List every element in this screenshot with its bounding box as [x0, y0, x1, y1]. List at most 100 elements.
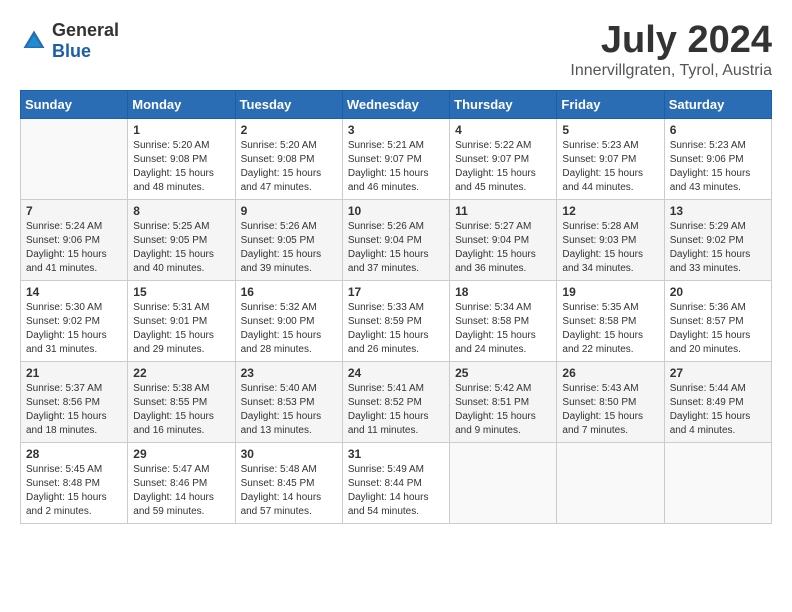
week-row-5: 28Sunrise: 5:45 AM Sunset: 8:48 PM Dayli… [21, 442, 772, 523]
calendar-cell: 25 Sunrise: 5:42 AM Sunset: 8:51 PM Dayli… [450, 361, 557, 442]
day-info: Sunrise: 5:21 AM Sunset: 9:07 PM Dayligh… [348, 139, 444, 195]
calendar-cell: 24Sunrise: 5:41 AM Sunset: 8:52 PM Dayli… [342, 361, 449, 442]
header-day-saturday: Saturday [664, 90, 771, 118]
header-day-thursday: Thursday [450, 90, 557, 118]
calendar-cell: 26 Sunrise: 5:43 AM Sunset: 8:50 PM Dayli… [557, 361, 664, 442]
day-info: Sunrise: 5:35 AM Sunset: 8:58 PM Dayligh… [562, 301, 658, 357]
header-day-monday: Monday [128, 90, 235, 118]
logo-text-general: General [52, 20, 119, 40]
day-info: Sunrise: 5:26 AM Sunset: 9:05 PM Dayligh… [241, 220, 337, 276]
day-info: Sunrise: 5:43 AM Sunset: 8:50 PM Dayligh… [562, 382, 658, 438]
calendar-cell: 17 Sunrise: 5:33 AM Sunset: 8:59 PM Dayli… [342, 280, 449, 361]
day-info: Sunrise: 5:44 AM Sunset: 8:49 PM Dayligh… [670, 382, 766, 438]
day-info: Sunrise: 5:36 AM Sunset: 8:57 PM Dayligh… [670, 301, 766, 357]
header-row: SundayMondayTuesdayWednesdayThursdayFrid… [21, 90, 772, 118]
page-header: General Blue July 2024 Innervillgraten, … [20, 20, 772, 80]
logo-text-blue: Blue [52, 41, 91, 61]
day-number: 24 [348, 366, 444, 380]
day-number: 19 [562, 285, 658, 299]
day-info: Sunrise: 5:28 AM Sunset: 9:03 PM Dayligh… [562, 220, 658, 276]
calendar-cell: 31 Sunrise: 5:49 AM Sunset: 8:44 PM Dayli… [342, 442, 449, 523]
day-number: 10 [348, 204, 444, 218]
day-number: 20 [670, 285, 766, 299]
day-number: 30 [241, 447, 337, 461]
calendar-cell: 14 Sunrise: 5:30 AM Sunset: 9:02 PM Dayli… [21, 280, 128, 361]
day-info: Sunrise: 5:42 AM Sunset: 8:51 PM Dayligh… [455, 382, 551, 438]
day-info: Sunrise: 5:22 AM Sunset: 9:07 PM Dayligh… [455, 139, 551, 195]
week-row-3: 14 Sunrise: 5:30 AM Sunset: 9:02 PM Dayli… [21, 280, 772, 361]
day-info: Sunrise: 5:33 AM Sunset: 8:59 PM Dayligh… [348, 301, 444, 357]
calendar-cell: 16Sunrise: 5:32 AM Sunset: 9:00 PM Dayli… [235, 280, 342, 361]
day-info: Sunrise: 5:24 AM Sunset: 9:06 PM Dayligh… [26, 220, 122, 276]
logo-icon [20, 27, 48, 55]
calendar-cell: 30 Sunrise: 5:48 AM Sunset: 8:45 PM Dayli… [235, 442, 342, 523]
day-number: 14 [26, 285, 122, 299]
day-number: 13 [670, 204, 766, 218]
calendar-cell: 22Sunrise: 5:38 AM Sunset: 8:55 PM Dayli… [128, 361, 235, 442]
day-number: 31 [348, 447, 444, 461]
calendar-cell: 11 Sunrise: 5:27 AM Sunset: 9:04 PM Dayli… [450, 199, 557, 280]
calendar-table: SundayMondayTuesdayWednesdayThursdayFrid… [20, 90, 772, 524]
day-info: Sunrise: 5:37 AM Sunset: 8:56 PM Dayligh… [26, 382, 122, 438]
calendar-cell: 3Sunrise: 5:21 AM Sunset: 9:07 PM Daylig… [342, 118, 449, 199]
day-number: 22 [133, 366, 229, 380]
day-number: 5 [562, 123, 658, 137]
calendar-cell: 15 Sunrise: 5:31 AM Sunset: 9:01 PM Dayli… [128, 280, 235, 361]
day-number: 27 [670, 366, 766, 380]
day-number: 2 [241, 123, 337, 137]
day-info: Sunrise: 5:49 AM Sunset: 8:44 PM Dayligh… [348, 463, 444, 519]
calendar-cell: 12 Sunrise: 5:28 AM Sunset: 9:03 PM Dayli… [557, 199, 664, 280]
day-number: 29 [133, 447, 229, 461]
day-number: 1 [133, 123, 229, 137]
day-number: 26 [562, 366, 658, 380]
week-row-2: 7 Sunrise: 5:24 AM Sunset: 9:06 PM Daylig… [21, 199, 772, 280]
day-info: Sunrise: 5:25 AM Sunset: 9:05 PM Dayligh… [133, 220, 229, 276]
calendar-cell: 13 Sunrise: 5:29 AM Sunset: 9:02 PM Dayli… [664, 199, 771, 280]
calendar-cell: 29 Sunrise: 5:47 AM Sunset: 8:46 PM Dayli… [128, 442, 235, 523]
header-day-sunday: Sunday [21, 90, 128, 118]
day-info: Sunrise: 5:26 AM Sunset: 9:04 PM Dayligh… [348, 220, 444, 276]
title-area: July 2024 Innervillgraten, Tyrol, Austri… [570, 20, 772, 80]
day-info: Sunrise: 5:30 AM Sunset: 9:02 PM Dayligh… [26, 301, 122, 357]
day-info: Sunrise: 5:48 AM Sunset: 8:45 PM Dayligh… [241, 463, 337, 519]
calendar-cell [21, 118, 128, 199]
calendar-cell: 2Sunrise: 5:20 AM Sunset: 9:08 PM Daylig… [235, 118, 342, 199]
day-info: Sunrise: 5:29 AM Sunset: 9:02 PM Dayligh… [670, 220, 766, 276]
calendar-cell: 5 Sunrise: 5:23 AM Sunset: 9:07 PM Daylig… [557, 118, 664, 199]
day-info: Sunrise: 5:23 AM Sunset: 9:06 PM Dayligh… [670, 139, 766, 195]
day-number: 4 [455, 123, 551, 137]
day-info: Sunrise: 5:47 AM Sunset: 8:46 PM Dayligh… [133, 463, 229, 519]
calendar-cell: 6 Sunrise: 5:23 AM Sunset: 9:06 PM Daylig… [664, 118, 771, 199]
calendar-cell: 7 Sunrise: 5:24 AM Sunset: 9:06 PM Daylig… [21, 199, 128, 280]
day-number: 25 [455, 366, 551, 380]
logo: General Blue [20, 20, 119, 62]
day-number: 17 [348, 285, 444, 299]
day-number: 12 [562, 204, 658, 218]
day-number: 6 [670, 123, 766, 137]
day-number: 15 [133, 285, 229, 299]
calendar-cell: 9 Sunrise: 5:26 AM Sunset: 9:05 PM Daylig… [235, 199, 342, 280]
calendar-cell: 1Sunrise: 5:20 AM Sunset: 9:08 PM Daylig… [128, 118, 235, 199]
day-number: 9 [241, 204, 337, 218]
day-info: Sunrise: 5:31 AM Sunset: 9:01 PM Dayligh… [133, 301, 229, 357]
day-number: 11 [455, 204, 551, 218]
day-number: 23 [241, 366, 337, 380]
month-title: July 2024 [570, 20, 772, 62]
day-info: Sunrise: 5:34 AM Sunset: 8:58 PM Dayligh… [455, 301, 551, 357]
calendar-cell [557, 442, 664, 523]
day-info: Sunrise: 5:45 AM Sunset: 8:48 PM Dayligh… [26, 463, 122, 519]
day-number: 18 [455, 285, 551, 299]
calendar-cell: 28Sunrise: 5:45 AM Sunset: 8:48 PM Dayli… [21, 442, 128, 523]
calendar-cell: 18 Sunrise: 5:34 AM Sunset: 8:58 PM Dayli… [450, 280, 557, 361]
day-info: Sunrise: 5:23 AM Sunset: 9:07 PM Dayligh… [562, 139, 658, 195]
calendar-cell: 19 Sunrise: 5:35 AM Sunset: 8:58 PM Dayli… [557, 280, 664, 361]
day-number: 21 [26, 366, 122, 380]
header-day-friday: Friday [557, 90, 664, 118]
day-number: 7 [26, 204, 122, 218]
calendar-cell: 20 Sunrise: 5:36 AM Sunset: 8:57 PM Dayli… [664, 280, 771, 361]
calendar-cell: 23Sunrise: 5:40 AM Sunset: 8:53 PM Dayli… [235, 361, 342, 442]
calendar-cell: 4 Sunrise: 5:22 AM Sunset: 9:07 PM Daylig… [450, 118, 557, 199]
day-info: Sunrise: 5:27 AM Sunset: 9:04 PM Dayligh… [455, 220, 551, 276]
header-day-wednesday: Wednesday [342, 90, 449, 118]
location-title: Innervillgraten, Tyrol, Austria [570, 62, 772, 80]
